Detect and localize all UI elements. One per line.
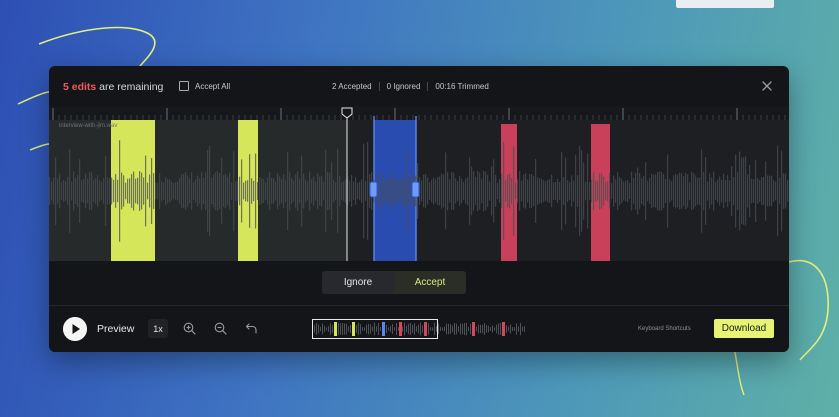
ignore-button[interactable]: Ignore	[322, 271, 394, 294]
stats-separator	[378, 82, 380, 91]
accept-all-checkbox[interactable]	[179, 81, 189, 91]
zoom-in-icon[interactable]	[183, 322, 196, 335]
stats-separator	[427, 82, 429, 91]
close-icon[interactable]	[761, 80, 773, 92]
footer-divider	[49, 305, 789, 306]
window-edge-patch	[676, 0, 774, 8]
edit-action-bar: Ignore Accept	[322, 271, 466, 294]
edit-review-panel: 5 edits are remaining Accept All 2 Accep…	[49, 66, 789, 352]
playback-speed-button[interactable]: 1x	[148, 319, 168, 338]
accepted-count: 2 Accepted	[332, 82, 372, 91]
edits-remaining-suffix: are remaining	[96, 81, 164, 93]
waveform-canvas[interactable]	[49, 106, 789, 261]
accept-all-label: Accept All	[195, 81, 231, 91]
waveform-timeline[interactable]: interview-with-jim.wav	[49, 106, 789, 261]
undo-icon[interactable]	[245, 322, 258, 335]
accept-all-toggle[interactable]: Accept All	[179, 81, 230, 91]
waveform-minimap[interactable]	[312, 319, 527, 339]
zoom-out-icon[interactable]	[214, 322, 227, 335]
file-name: interview-with-jim.wav	[59, 123, 118, 129]
edit-stats: 2 Accepted 0 Ignored 00:16 Trimmed	[332, 82, 489, 91]
edit-end-handle[interactable]	[411, 181, 420, 198]
keyboard-shortcuts-link[interactable]: Keyboard Shortcuts	[638, 326, 691, 332]
play-icon[interactable]	[63, 317, 87, 341]
minimap-bars	[314, 322, 525, 336]
edit-start-handle[interactable]	[369, 181, 378, 198]
edits-count: 5 edits	[63, 81, 97, 93]
preview-label[interactable]: Preview	[97, 323, 134, 335]
panel-header: 5 edits are remaining Accept All 2 Accep…	[49, 66, 789, 106]
edits-remaining: 5 edits are remaining	[63, 81, 163, 93]
ignored-count: 0 Ignored	[386, 82, 421, 91]
accept-button[interactable]: Accept	[394, 271, 466, 294]
download-button[interactable]: Download	[714, 319, 774, 338]
trimmed-duration: 00:16 Trimmed	[435, 82, 489, 91]
